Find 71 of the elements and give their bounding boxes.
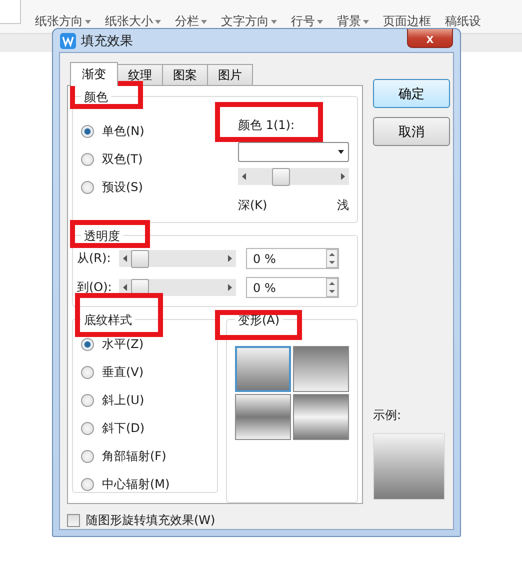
radio-icon[interactable] (81, 125, 94, 138)
radio-icon[interactable] (81, 153, 94, 166)
gradient-variant[interactable] (293, 346, 349, 392)
radio-icon[interactable] (81, 366, 94, 379)
close-button[interactable]: x (407, 29, 453, 48)
percent-field[interactable]: 0 % (246, 248, 339, 269)
radio-option[interactable]: 斜下(D) (81, 420, 209, 437)
gradient-variant[interactable] (235, 394, 291, 440)
toolbar-button[interactable]: 纸张方向 (35, 13, 91, 30)
left-arrow-icon[interactable] (123, 255, 127, 262)
gradient-preview (373, 433, 445, 500)
caret-icon (85, 20, 91, 24)
gradient-variant[interactable] (293, 394, 349, 440)
radio-option[interactable]: 预设(S) (81, 179, 144, 196)
radio-option[interactable]: 垂直(V) (81, 364, 209, 381)
radio-option[interactable]: 中心辐射(M) (81, 476, 209, 493)
tab[interactable]: 图案 (162, 64, 208, 85)
toolbar-button[interactable]: 分栏 (175, 13, 207, 30)
app-logo-icon (60, 32, 76, 48)
toolbar-button[interactable]: 纸张大小 (105, 13, 161, 30)
caret-icon (271, 20, 277, 24)
group-title: 底纹样式 (81, 312, 135, 329)
dialog-button[interactable]: 取消 (373, 117, 450, 146)
transparency-label: 到(O): (77, 279, 113, 296)
caret-icon (201, 20, 207, 24)
transparency-label: 从(R): (77, 250, 112, 267)
radio-option[interactable]: 斜上(U) (81, 392, 209, 409)
toolbar-button[interactable]: 背景 (337, 13, 369, 30)
caret-icon (363, 20, 369, 24)
light-label: 浅 (337, 197, 349, 214)
toolbar-button[interactable]: 文字方向 (221, 13, 277, 30)
toolbar-button[interactable]: 行号 (291, 13, 323, 30)
radio-icon[interactable] (81, 338, 94, 351)
slider[interactable] (119, 279, 236, 296)
slider[interactable] (238, 168, 349, 185)
dark-label: 深(K) (238, 197, 268, 214)
radio-icon[interactable] (81, 450, 94, 463)
right-arrow-icon[interactable] (341, 173, 345, 180)
left-arrow-icon[interactable] (123, 284, 127, 291)
radio-icon[interactable] (81, 422, 94, 435)
slider-thumb[interactable] (272, 168, 290, 186)
radio-option[interactable]: 角部辐射(F) (81, 448, 209, 465)
radio-option[interactable]: 双色(T) (81, 151, 144, 168)
dialog-button[interactable]: 确定 (373, 79, 450, 108)
toolbar-button[interactable]: 页面边框 (383, 13, 431, 30)
right-arrow-icon[interactable] (228, 284, 232, 291)
caret-icon (317, 20, 323, 24)
color-dropdown[interactable] (238, 142, 349, 162)
left-arrow-icon[interactable] (242, 173, 246, 180)
spinner-icon[interactable] (326, 278, 338, 297)
tab[interactable]: 渐变 (70, 62, 118, 86)
tab[interactable]: 图片 (207, 64, 253, 85)
radio-option[interactable]: 水平(Z) (81, 336, 209, 353)
right-arrow-icon[interactable] (228, 255, 232, 262)
slider[interactable] (119, 250, 236, 267)
sample-label: 示例: (373, 407, 402, 424)
window-title: 填充效果 (81, 32, 133, 50)
radio-icon[interactable] (81, 181, 94, 194)
checkbox-icon[interactable] (67, 514, 80, 527)
toolbar-button[interactable]: 稿纸设 (445, 13, 481, 30)
rotate-checkbox[interactable]: 随图形旋转填充效果(W) (67, 512, 446, 529)
spinner-icon[interactable] (326, 249, 338, 268)
caret-icon (338, 150, 344, 154)
percent-field[interactable]: 0 % (246, 277, 339, 298)
gradient-variant[interactable] (235, 346, 291, 392)
caret-icon (155, 20, 161, 24)
color-label: 颜色 1(1): (238, 117, 294, 134)
radio-option[interactable]: 单色(N) (81, 123, 144, 140)
radio-icon[interactable] (81, 394, 94, 407)
radio-icon[interactable] (81, 478, 94, 491)
slider-thumb[interactable] (131, 250, 149, 268)
